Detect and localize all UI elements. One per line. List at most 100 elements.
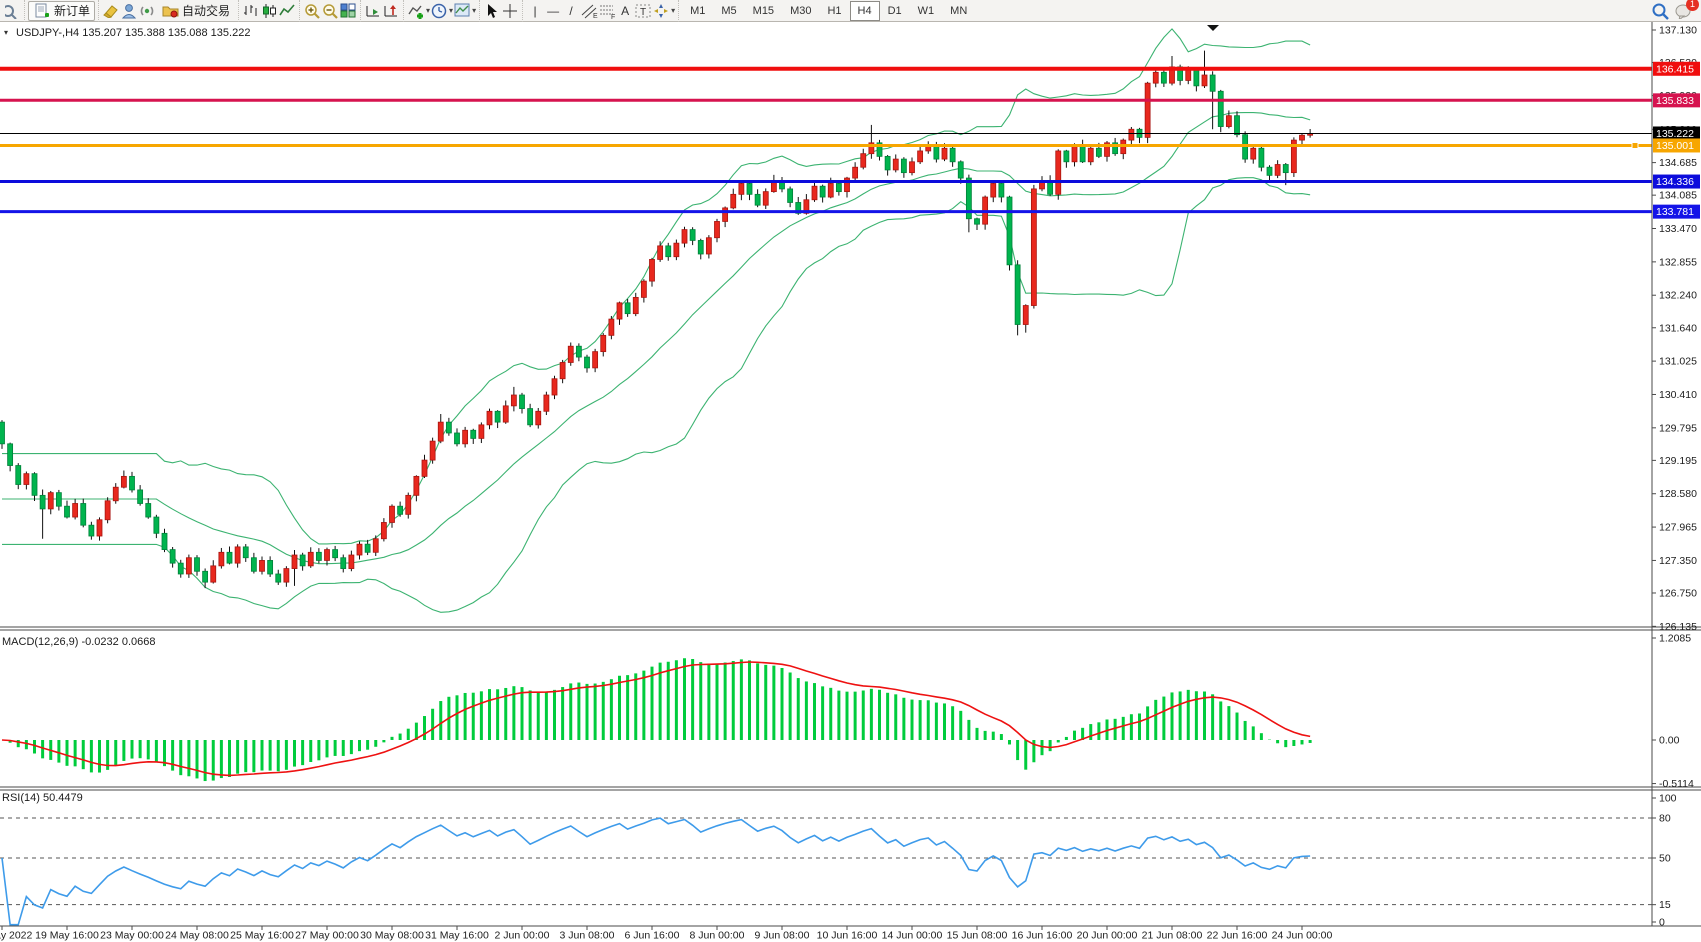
svg-text:20 Jun 00:00: 20 Jun 00:00	[1077, 930, 1138, 942]
svg-text:15: 15	[1659, 899, 1671, 911]
toolbar-group-zoom	[299, 0, 360, 22]
crosshair-icon[interactable]	[501, 2, 519, 20]
chart-title: USDJPY-,H4 135.207 135.388 135.088 135.2…	[16, 27, 250, 39]
timeframe-button-h1[interactable]: H1	[819, 1, 849, 21]
trendline-icon[interactable]: /	[562, 2, 580, 20]
cursor-icon[interactable]	[483, 2, 501, 20]
level-lines	[0, 69, 1652, 212]
svg-text:135.833: 135.833	[1656, 95, 1694, 107]
svg-text:0.00: 0.00	[1659, 735, 1680, 747]
toolbar-group-charttype	[238, 0, 299, 22]
svg-text:10 Jun 16:00: 10 Jun 16:00	[817, 930, 878, 942]
svg-text:136.415: 136.415	[1656, 63, 1694, 75]
autoscroll-icon[interactable]	[364, 2, 382, 20]
svg-text:126.750: 126.750	[1659, 587, 1697, 599]
bollinger-band-l	[2, 178, 1310, 613]
notifications-chat-icon[interactable]: 1	[1675, 2, 1693, 20]
market-watch-icon[interactable]	[3, 2, 21, 20]
time-axis[interactable]: 18 May 202219 May 16:0023 May 00:0024 Ma…	[0, 926, 1333, 942]
candles	[0, 51, 1313, 588]
svg-text:134.336: 134.336	[1656, 176, 1694, 188]
svg-text:137.130: 137.130	[1659, 25, 1697, 37]
search-icon[interactable]	[1651, 2, 1669, 20]
timeframe-button-m30[interactable]: M30	[782, 1, 819, 21]
equidistant-channel-icon[interactable]: E	[580, 2, 598, 20]
svg-text:131.640: 131.640	[1659, 322, 1697, 334]
bar-chart-icon[interactable]	[242, 2, 260, 20]
zoom-in-icon[interactable]	[303, 2, 321, 20]
timeframe-button-d1[interactable]: D1	[880, 1, 910, 21]
main-toolbar: 新订单 自动交易	[0, 0, 1701, 22]
price-axis[interactable]: 137.130136.530135.920135.300134.685134.0…	[1652, 25, 1697, 633]
svg-text:132.240: 132.240	[1659, 290, 1697, 302]
eraser-icon[interactable]	[102, 2, 120, 20]
fibonacci-icon[interactable]: F	[598, 2, 616, 20]
timeframe-toolbar: M1M5M15M30H1H4D1W1MN	[678, 0, 978, 22]
svg-text:128.580: 128.580	[1659, 488, 1697, 500]
signals-icon[interactable]	[138, 2, 156, 20]
toolbar-group-cursor	[479, 0, 522, 22]
timeframe-button-m15[interactable]: M15	[745, 1, 782, 21]
svg-text:14 Jun 00:00: 14 Jun 00:00	[882, 930, 943, 942]
svg-text:21 Jun 08:00: 21 Jun 08:00	[1142, 930, 1203, 942]
toolbar-group-drawings: | — / E F A T ▾	[522, 0, 678, 22]
templates-icon[interactable]	[453, 2, 471, 20]
timeframe-button-h4[interactable]: H4	[850, 1, 880, 21]
svg-text:1.2085: 1.2085	[1659, 633, 1691, 645]
periods-clock-icon[interactable]	[430, 2, 448, 20]
community-icon[interactable]	[120, 2, 138, 20]
chart-shift-marker[interactable]	[1207, 25, 1219, 31]
text-label-icon[interactable]: T	[634, 2, 652, 20]
svg-text:18 May 2022: 18 May 2022	[0, 930, 33, 942]
svg-text:30 May 08:00: 30 May 08:00	[360, 930, 424, 942]
svg-text:19 May 16:00: 19 May 16:00	[35, 930, 99, 942]
zoom-out-icon[interactable]	[321, 2, 339, 20]
new-order-icon	[33, 2, 51, 20]
svg-text:6 Jun 16:00: 6 Jun 16:00	[625, 930, 680, 942]
autotrade-button[interactable]: 自动交易	[156, 1, 235, 21]
level-handle	[1632, 143, 1638, 149]
toolbar-right-tools: 1	[1651, 2, 1701, 20]
svg-text:23 May 00:00: 23 May 00:00	[100, 930, 164, 942]
svg-text:16 Jun 16:00: 16 Jun 16:00	[1012, 930, 1073, 942]
svg-text:22 Jun 16:00: 22 Jun 16:00	[1207, 930, 1268, 942]
svg-text:15 Jun 08:00: 15 Jun 08:00	[947, 930, 1008, 942]
indicators-add-icon[interactable]	[407, 2, 425, 20]
macd-panel	[2, 658, 1310, 781]
line-chart-icon[interactable]	[278, 2, 296, 20]
rsi-indicator-label: RSI(14) 50.4479	[2, 792, 83, 804]
text-tool-icon[interactable]: A	[616, 2, 634, 20]
chart-shift-icon[interactable]	[382, 2, 400, 20]
autotrade-icon	[161, 2, 179, 20]
svg-text:8 Jun 00:00: 8 Jun 00:00	[690, 930, 745, 942]
svg-text:135.222: 135.222	[1656, 128, 1694, 140]
macd-indicator-label: MACD(12,26,9) -0.0232 0.0668	[2, 636, 155, 648]
arrows-tool-icon[interactable]	[652, 2, 670, 20]
candlestick-chart-icon[interactable]	[260, 2, 278, 20]
svg-text:E: E	[593, 13, 598, 19]
tile-windows-icon[interactable]	[339, 2, 357, 20]
price-panel	[0, 29, 1313, 612]
svg-text:0: 0	[1659, 917, 1665, 929]
svg-text:3 Jun 08:00: 3 Jun 08:00	[560, 930, 615, 942]
timeframe-button-w1[interactable]: W1	[910, 1, 943, 21]
templates-caret-icon[interactable]: ▾	[472, 6, 476, 15]
svg-text:24 Jun 00:00: 24 Jun 00:00	[1272, 930, 1333, 942]
svg-text:135.001: 135.001	[1656, 140, 1694, 152]
svg-text:130.410: 130.410	[1659, 389, 1697, 401]
symbol-dropdown-arrow-icon[interactable]: ▾	[4, 28, 8, 37]
svg-text:127.965: 127.965	[1659, 522, 1697, 534]
vertical-line-icon[interactable]: |	[526, 2, 544, 20]
svg-text:9 Jun 08:00: 9 Jun 08:00	[755, 930, 810, 942]
arrows-caret-icon[interactable]: ▾	[671, 6, 675, 15]
timeframe-button-m5[interactable]: M5	[713, 1, 744, 21]
svg-text:133.470: 133.470	[1659, 223, 1697, 235]
svg-text:T: T	[640, 7, 646, 18]
svg-text:-0.5114: -0.5114	[1659, 778, 1694, 790]
chart-canvas[interactable]: 137.130136.530135.920135.300134.685134.0…	[0, 0, 1701, 942]
toolbar-group-order: 新订单	[24, 0, 98, 22]
timeframe-button-mn[interactable]: MN	[942, 1, 975, 21]
horizontal-line-icon[interactable]: —	[544, 2, 562, 20]
new-order-button[interactable]: 新订单	[28, 1, 95, 21]
timeframe-button-m1[interactable]: M1	[682, 1, 713, 21]
